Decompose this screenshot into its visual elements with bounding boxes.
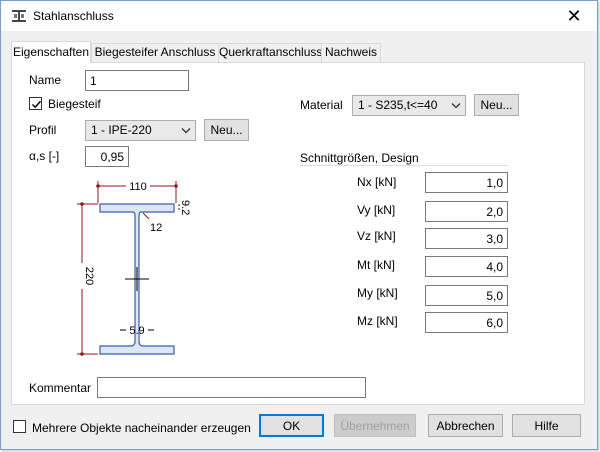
tab-label: Querkraftanschluss [219, 45, 323, 59]
mz-input[interactable] [425, 312, 508, 333]
name-input[interactable] [85, 70, 189, 91]
apply-button[interactable]: Übernehmen [334, 414, 416, 437]
vz-label: Vz [kN] [357, 229, 396, 243]
window-title: Stahlanschluss [33, 9, 114, 23]
title-bar[interactable]: Stahlanschluss ✕ [1, 1, 597, 31]
kommentar-label: Kommentar [29, 381, 92, 395]
ipe-profile-drawing: 110 220 9.2 12 5.9 [75, 179, 191, 356]
multi-create-checkbox[interactable] [13, 420, 26, 433]
width-label: 110 [129, 181, 147, 193]
alpha-input[interactable] [85, 146, 129, 167]
section-divider [300, 165, 508, 166]
close-button[interactable]: ✕ [551, 1, 597, 31]
tab-label: Eigenschaften [12, 45, 90, 59]
profil-new-button[interactable]: Neu... [204, 119, 249, 141]
tab-panel-eigenschaften: Name Biegesteif Profil 1 - IPE-220 Neu..… [11, 62, 585, 405]
help-button[interactable]: Hilfe [512, 414, 581, 437]
flange-thickness-label: 9.2 [179, 200, 191, 215]
tab-biegesteifer-anschluss[interactable]: Biegesteifer Anschluss [91, 43, 219, 62]
biegesteif-checkbox[interactable] [29, 97, 42, 110]
close-icon: ✕ [566, 5, 582, 26]
nx-input[interactable] [425, 172, 508, 193]
material-selected-value: 1 - S235,t<=40 [358, 98, 438, 112]
chevron-down-icon [451, 103, 461, 109]
profil-select[interactable]: 1 - IPE-220 [85, 120, 196, 141]
mt-label: Mt [kN] [357, 258, 395, 272]
tab-label: Biegesteifer Anschluss [94, 45, 216, 59]
my-label: My [kN] [357, 286, 398, 300]
height-label: 220 [83, 267, 95, 285]
kommentar-input[interactable] [97, 377, 366, 398]
dialog-window: Stahlanschluss ✕ Eigenschaften Biegestei… [0, 0, 598, 450]
profile-cross-section: 110 220 9.2 12 5.9 [72, 173, 222, 363]
profil-selected-value: 1 - IPE-220 [91, 123, 152, 137]
vz-input[interactable] [425, 228, 508, 249]
material-new-button[interactable]: Neu... [474, 94, 519, 116]
biegesteif-label: Biegesteif [48, 97, 101, 111]
tab-querkraftanschluss[interactable]: Querkraftanschluss [218, 43, 322, 62]
tab-eigenschaften[interactable]: Eigenschaften [11, 41, 91, 63]
material-select[interactable]: 1 - S235,t<=40 [352, 95, 466, 116]
steel-connection-icon [12, 10, 26, 22]
schnitt-title: Schnittgrößen, Design [300, 151, 419, 165]
tab-nachweis[interactable]: Nachweis [321, 43, 381, 62]
web-thickness-label: 5.9 [129, 325, 144, 337]
cancel-button[interactable]: Abbrechen [428, 414, 503, 437]
alpha-label: α,s [-] [29, 149, 60, 163]
multi-create-label: Mehrere Objekte nacheinander erzeugen [32, 421, 251, 435]
ok-button[interactable]: OK [259, 414, 324, 437]
my-input[interactable] [425, 285, 508, 306]
profil-label: Profil [29, 123, 57, 137]
vy-input[interactable] [425, 201, 508, 222]
material-label: Material [300, 98, 343, 112]
mz-label: Mz [kN] [357, 314, 398, 328]
checkmark-icon [31, 100, 42, 109]
name-label: Name [29, 73, 62, 87]
vy-label: Vy [kN] [357, 203, 396, 217]
radius-label: 12 [150, 222, 162, 234]
mt-input[interactable] [425, 256, 508, 277]
tab-label: Nachweis [324, 45, 378, 59]
chevron-down-icon [181, 128, 191, 134]
nx-label: Nx [kN] [357, 175, 397, 189]
